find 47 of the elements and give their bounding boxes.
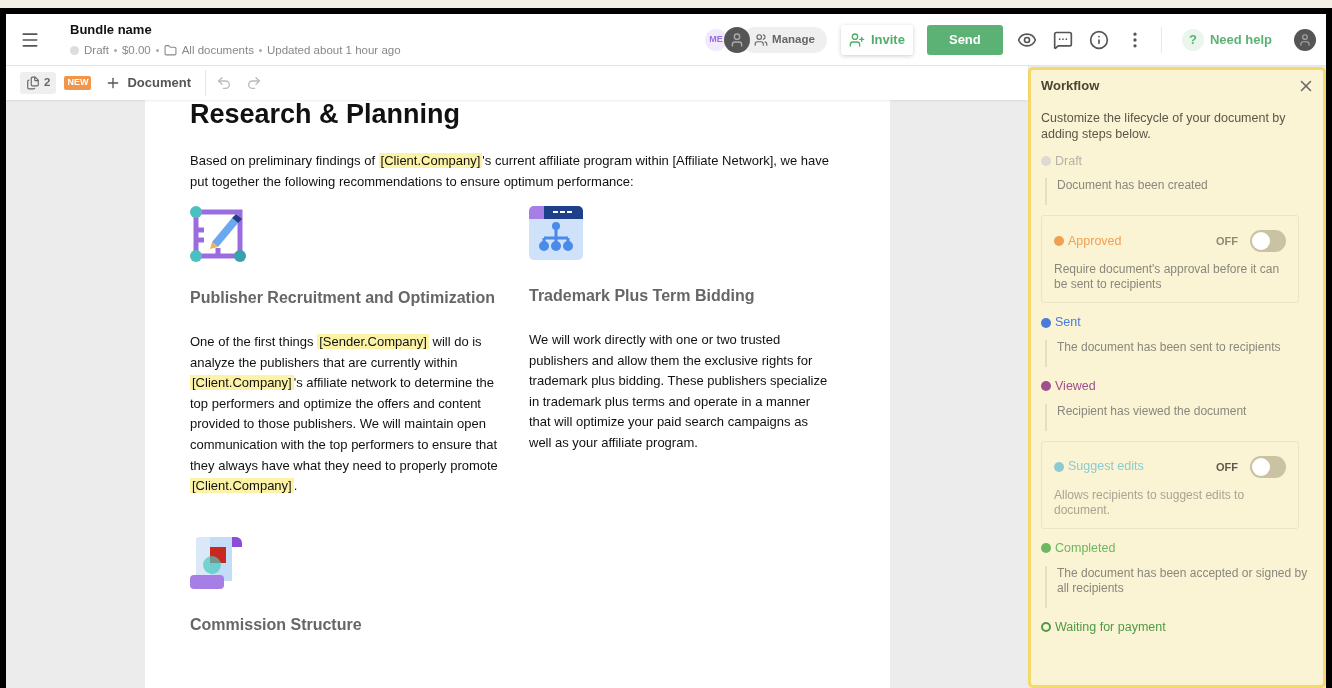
comment-icon[interactable] — [1052, 29, 1073, 50]
toggle-switch[interactable] — [1250, 230, 1286, 253]
step-description: Allows recipients to suggest edits to document. — [1054, 487, 1246, 518]
pages-icon — [26, 76, 40, 90]
help-button[interactable]: ? Need help — [1181, 28, 1272, 51]
step-name: Viewed — [1055, 378, 1096, 395]
status-text: Draft — [84, 43, 109, 59]
step-name: Sent — [1055, 314, 1081, 332]
toggle-state: OFF — [1216, 234, 1238, 249]
bundle-title[interactable]: Bundle name — [70, 19, 401, 40]
new-badge: NEW — [64, 76, 92, 90]
step-name: Completed — [1055, 539, 1116, 557]
updated-text: Updated about 1 hour ago — [266, 43, 401, 59]
people-icon — [754, 32, 769, 47]
step-description: Recipient has viewed the document — [1057, 403, 1248, 419]
price-text: $0.00 — [121, 43, 151, 59]
user-avatar-icon[interactable] — [724, 26, 751, 53]
folder-icon — [163, 44, 177, 58]
invite-button[interactable]: Invite — [840, 24, 913, 55]
add-document-button[interactable]: Document — [105, 73, 191, 93]
step-name: Approved — [1068, 232, 1122, 250]
step-name: Waiting for payment — [1055, 618, 1166, 636]
pencil-plan-icon — [190, 206, 246, 262]
section-heading: Commission Structure — [190, 614, 363, 635]
intro-paragraph: Based on preliminary findings of [Client.Company]'s current affiliate program within [Affiliate Network], we have put together the following recommendations to ensure optimum performance: — [190, 152, 830, 191]
add-person-icon — [848, 31, 865, 48]
scroll-document-icon — [190, 536, 242, 589]
folder-link[interactable]: All documents — [181, 42, 254, 60]
step-name: Suggest edits — [1068, 458, 1144, 476]
section-paragraph: We will work directly with one or two trusted publishers and allow them the exclusive rights for trademark plus bidding. These publishers specialize in trademark plus terms and operate in a manner that will optimize your paid search campaigns as well as your affiliate program. — [529, 331, 829, 452]
send-button[interactable]: Send — [926, 24, 1003, 55]
section-heading: Publisher Recruitment and Optimization — [190, 288, 496, 308]
hierarchy-window-icon — [529, 206, 583, 260]
step-name: Draft — [1055, 152, 1083, 170]
section-heading: Trademark Plus Term Bidding — [529, 286, 756, 306]
step-description: Require document's approval before it can be sent to recipients — [1054, 262, 1281, 293]
toggle-state: OFF — [1216, 459, 1238, 475]
info-icon[interactable] — [1088, 29, 1109, 50]
profile-avatar-icon[interactable] — [1294, 28, 1316, 51]
pages-button[interactable]: 2 — [20, 72, 57, 94]
step-description: The document has been accepted or signed by all recipients — [1057, 565, 1309, 596]
document-title: Research & Planning — [190, 100, 462, 128]
step-description: The document has been sent to recipients — [1057, 340, 1282, 355]
panel-intro: Customize the lifecycle of your document by adding steps below. — [1041, 109, 1287, 142]
step-description: Document has been created — [1057, 178, 1209, 194]
section-paragraph: One of the first things [Sender.Company] will do is analyze the publishers that are currently within [Client.Company]'s affiliate network to determine the top performers and optimize the offers and content provided to those publishers. We will maintain open communication with the top performers to ensure that they always have what they need to properly promote [Client.Company]. — [190, 333, 499, 496]
panel-title: Workflow — [1041, 77, 1100, 95]
